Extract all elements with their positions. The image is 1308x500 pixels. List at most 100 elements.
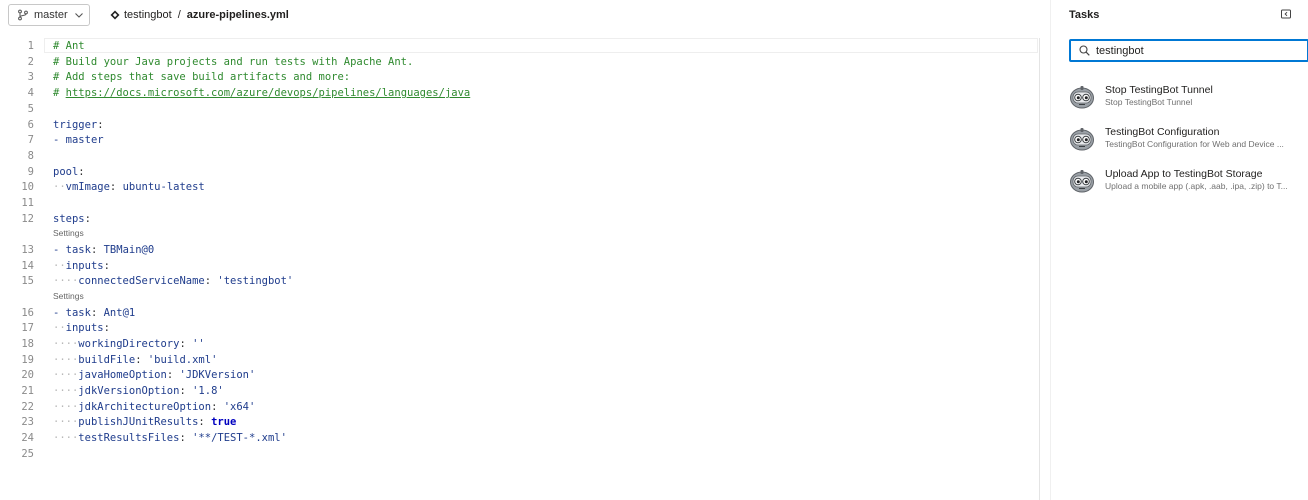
collapse-pane-icon[interactable] (1281, 9, 1291, 19)
code-token: testResultsFiles (78, 432, 180, 445)
code-token: '' (192, 337, 205, 350)
code-token: # Build your Java projects and run tests… (53, 55, 414, 68)
code-token: '1.8' (192, 385, 224, 397)
code-token: : (211, 400, 224, 413)
line-content: pool: (53, 164, 85, 180)
code-token: - (53, 306, 66, 319)
code-line[interactable]: 23 ····publishJUnitResults: true (0, 414, 1040, 430)
code-line[interactable]: 25 (0, 446, 1040, 462)
task-description: Upload a mobile app (.apk, .aab, .ipa, .… (1105, 181, 1288, 191)
code-line[interactable]: 19 ····buildFile: 'build.xml' (0, 352, 1040, 368)
code-editor[interactable]: 1 # Ant 2 # Build your Java projects and ru… (0, 38, 1040, 500)
code-line[interactable]: 1 # Ant (0, 38, 1040, 54)
breadcrumb: testingbot / azure-pipelines.yml (110, 9, 289, 21)
code-line[interactable]: 10 ··vmImage: ubuntu-latest (0, 179, 1040, 195)
code-token: : (198, 416, 212, 429)
code-token: connectedServiceName (78, 275, 205, 288)
line-content: ····testResultsFiles: '**/TEST-*.xml' (53, 430, 287, 446)
code-token: Ant@1 (103, 306, 136, 319)
code-line[interactable]: 24 ····testResultsFiles: '**/TEST-*.xml' (0, 430, 1040, 446)
breadcrumb-repo[interactable]: testingbot (124, 9, 172, 21)
code-line[interactable]: 22 ····jdkArchitectureOption: 'x64' (0, 399, 1040, 415)
pane-title: Tasks (1069, 9, 1100, 21)
indent-guide: ···· (53, 400, 79, 413)
code-line[interactable]: 9 pool: (0, 164, 1040, 180)
code-line[interactable]: 18 ····workingDirectory: '' (0, 336, 1040, 352)
indent-guide: ·· (53, 322, 66, 335)
task-list-item[interactable]: Stop TestingBot Tunnel Stop TestingBot Tu… (1069, 82, 1308, 116)
code-line[interactable]: 16 - task: Ant@1 (0, 305, 1040, 321)
code-line[interactable]: 13 - task: TBMain@0 (0, 242, 1040, 258)
indent-guide: ···· (53, 369, 79, 382)
line-number: 1 (27, 40, 34, 52)
code-line[interactable]: 3 # Add steps that save build artifacts a… (0, 69, 1040, 85)
line-content: ··vmImage: ubuntu-latest (53, 179, 205, 195)
code-token: jdkArchitectureOption (78, 400, 212, 413)
repo-icon (110, 10, 120, 20)
code-token: 'JDKVersion' (179, 369, 256, 382)
code-token: trigger (53, 118, 98, 131)
indent-guide: ···· (53, 416, 79, 429)
code-token: : (135, 353, 148, 366)
code-token: buildFile (78, 353, 136, 366)
code-line[interactable]: 6 trigger: (0, 117, 1040, 133)
task-search-box[interactable] (1069, 39, 1308, 62)
line-number: 21 (21, 385, 34, 397)
code-line[interactable]: 7 - master (0, 132, 1040, 148)
branch-picker-button[interactable]: master (8, 4, 90, 26)
code-line[interactable]: 8 (0, 148, 1040, 164)
tasks-pane: Tasks Stop TestingBot TunnelStop Testing… (1050, 0, 1308, 500)
code-line[interactable]: 4 # https://docs.microsoft.com/azure/devo… (0, 85, 1040, 101)
codelens-settings-link[interactable]: Settings (53, 227, 84, 239)
code-line[interactable]: 20 ····javaHomeOption: 'JDKVersion' (0, 367, 1040, 383)
line-content: - task: Ant@1 (53, 305, 135, 321)
breadcrumb-file: azure-pipelines.yml (186, 9, 289, 21)
code-line[interactable]: 17 ··inputs: (0, 320, 1040, 336)
code-line[interactable]: 11 (0, 195, 1040, 211)
codelens-settings-link[interactable]: Settings (53, 290, 84, 302)
indent-guide: ·· (53, 181, 66, 194)
line-number: 14 (21, 259, 34, 272)
line-number: 3 (27, 71, 34, 84)
code-token: : (179, 432, 193, 445)
code-token: # Ant (53, 40, 85, 52)
task-list-item[interactable]: Upload App to TestingBot Storage Upload a… (1069, 166, 1308, 200)
code-token: steps (53, 212, 85, 225)
code-token: : (179, 385, 193, 397)
line-number: 7 (27, 134, 34, 147)
line-content: - master (53, 132, 104, 148)
line-number: 24 (21, 432, 34, 445)
code-token: jdkVersionOption (78, 385, 180, 397)
code-token: : (90, 306, 104, 319)
line-number: 16 (21, 306, 34, 319)
code-token: inputs (65, 322, 104, 335)
line-number: 11 (21, 197, 34, 209)
line-number: 8 (27, 149, 34, 162)
code-token: publishJUnitResults (78, 416, 199, 429)
code-token: javaHomeOption (78, 369, 167, 382)
code-line[interactable]: 21 ····jdkVersionOption: '1.8' (0, 383, 1040, 399)
code-line[interactable]: 12 steps: (0, 211, 1040, 227)
line-content: ····buildFile: 'build.xml' (53, 352, 217, 368)
code-line[interactable]: 5 (0, 101, 1040, 117)
code-token: inputs (65, 259, 104, 272)
code-line[interactable]: 2 # Build your Java projects and run test… (0, 54, 1040, 70)
code-token: ubuntu-latest (122, 181, 205, 194)
breadcrumb-separator: / (177, 9, 181, 21)
code-token[interactable]: https://docs.microsoft.com/azure/devops/… (66, 87, 471, 99)
indent-guide: ···· (53, 337, 79, 350)
line-content: ····jdkArchitectureOption: 'x64' (53, 399, 255, 415)
line-number: 20 (21, 369, 34, 382)
task-search-input[interactable] (1096, 44, 1276, 57)
line-content: ··inputs: (53, 320, 110, 336)
code-line[interactable]: 14 ··inputs: (0, 258, 1040, 274)
code-token: task (65, 306, 91, 319)
task-description: TestingBot Configuration for Web and Dev… (1105, 139, 1284, 149)
line-number: 19 (21, 353, 34, 366)
search-icon (1079, 45, 1090, 56)
task-list-item[interactable]: TestingBot Configuration TestingBot Confi… (1069, 124, 1308, 158)
code-token: 'build.xml' (147, 353, 218, 366)
code-token: 'x64' (223, 400, 256, 413)
line-content: ····workingDirectory: '' (53, 336, 205, 352)
code-line[interactable]: 15 ····connectedServiceName: 'testingbot' (0, 273, 1040, 289)
